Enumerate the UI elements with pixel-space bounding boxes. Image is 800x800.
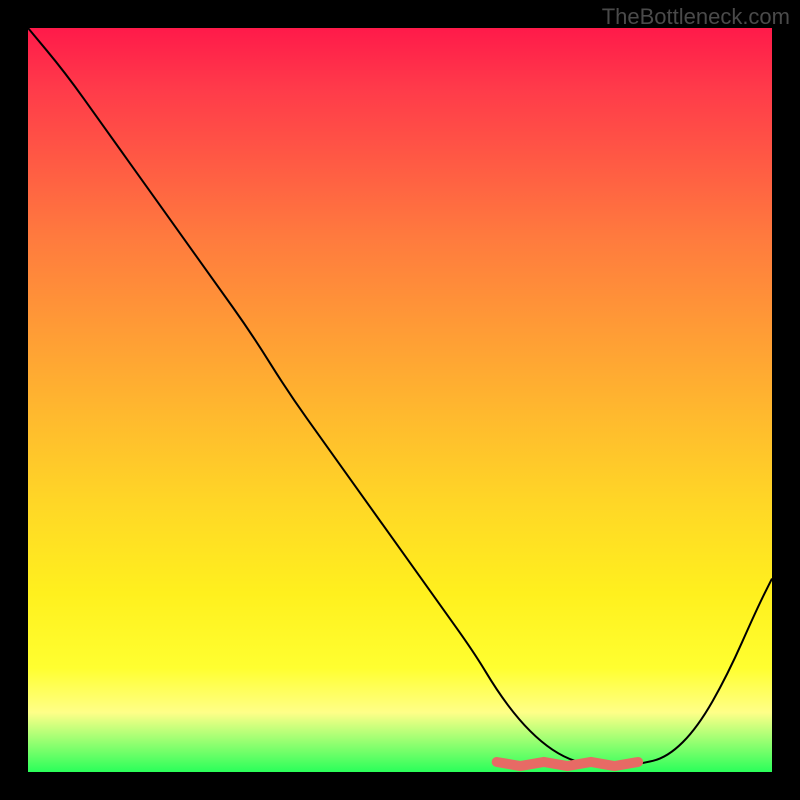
curve-svg [28, 28, 772, 772]
plot-area [28, 28, 772, 772]
watermark-text: TheBottleneck.com [602, 4, 790, 30]
optimal-range-marker [497, 762, 638, 766]
bottleneck-curve [28, 28, 772, 765]
chart-frame: TheBottleneck.com [0, 0, 800, 800]
